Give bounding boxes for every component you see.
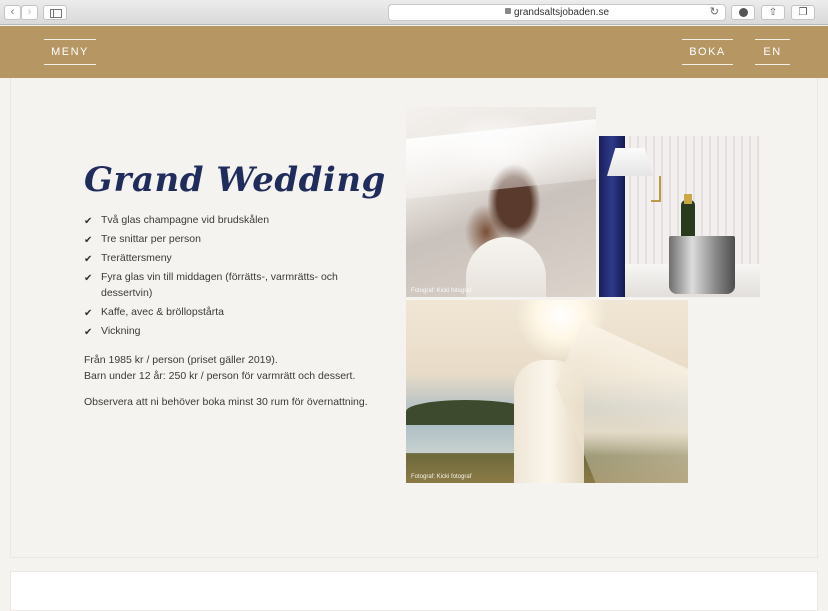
menu-button[interactable]: MENY xyxy=(44,39,96,65)
feature-item: ✔ Tre snittar per person xyxy=(84,232,364,248)
feature-list: ✔ Två glas champagne vid brudskålen ✔ Tre … xyxy=(84,213,364,343)
feature-item: ✔ Vickning xyxy=(84,324,364,340)
check-icon: ✔ xyxy=(84,273,93,284)
sidebar-toggle-button[interactable] xyxy=(43,5,67,20)
bride-veil-photo: Fotograf: Kicki fotograf xyxy=(406,300,688,483)
photo-credit: Fotograf: Kicki fotograf xyxy=(411,288,472,294)
check-icon: ✔ xyxy=(84,326,93,338)
chevron-left-icon: ‹ xyxy=(10,6,15,18)
share-icon: ⇧ xyxy=(768,7,778,18)
photo-credit: Fotograf: Kicki fotograf xyxy=(411,474,472,480)
tabs-icon: ❐ xyxy=(798,7,808,18)
check-icon: ✔ xyxy=(84,216,93,227)
lamp-arm-shape xyxy=(651,176,661,202)
downloads-button[interactable] xyxy=(731,5,755,20)
price-adult: Från 1985 kr / person (priset gäller 201… xyxy=(84,354,278,366)
wedding-kiss-photo: Fotograf: Kicki fotograf xyxy=(406,107,596,297)
forward-button[interactable]: › xyxy=(21,5,38,20)
price-child: Barn under 12 år: 250 kr / person för va… xyxy=(84,370,356,382)
language-button[interactable]: EN xyxy=(755,39,790,65)
booking-note: Observera att ni behöver boka minst 30 r… xyxy=(84,396,368,408)
tabs-overview-button[interactable]: ❐ xyxy=(791,5,815,20)
url-text: grandsaltsjobaden.se xyxy=(513,7,610,18)
book-button[interactable]: BOKA xyxy=(682,39,733,65)
share-button[interactable]: ⇧ xyxy=(761,5,785,20)
feature-item: ✔ Fyra glas vin till middagen (förrätts-,… xyxy=(84,271,338,299)
feature-item: ✔ Kaffe, avec & bröllopstårta xyxy=(84,305,364,321)
price-info: Från 1985 kr / person (priset gäller 201… xyxy=(84,352,384,384)
champagne-bucket-photo xyxy=(599,136,760,297)
address-bar[interactable]: grandsaltsjobaden.se ↻ xyxy=(388,4,726,21)
feature-item: ✔ Två glas champagne vid brudskålen xyxy=(84,213,364,229)
check-icon: ✔ xyxy=(84,307,93,319)
check-icon: ✔ xyxy=(84,235,93,246)
feature-item: ✔ Trerättersmeny xyxy=(84,251,364,267)
back-button[interactable]: ‹ xyxy=(4,5,21,20)
bucket-shape xyxy=(669,236,735,294)
package-title: Grand Wedding xyxy=(84,160,386,200)
lock-icon xyxy=(504,8,511,15)
dress-shape xyxy=(466,237,546,297)
site-header: MENY BOKA EN xyxy=(0,26,828,78)
download-icon xyxy=(738,8,748,17)
chevron-right-icon: › xyxy=(27,6,32,18)
reload-icon[interactable]: ↻ xyxy=(710,5,719,20)
check-icon: ✔ xyxy=(84,254,93,265)
next-section xyxy=(10,571,818,611)
veil-shape xyxy=(406,119,596,199)
browser-toolbar: ‹ › grandsaltsjobaden.se ↻ ⇧ ❐ xyxy=(0,0,828,25)
